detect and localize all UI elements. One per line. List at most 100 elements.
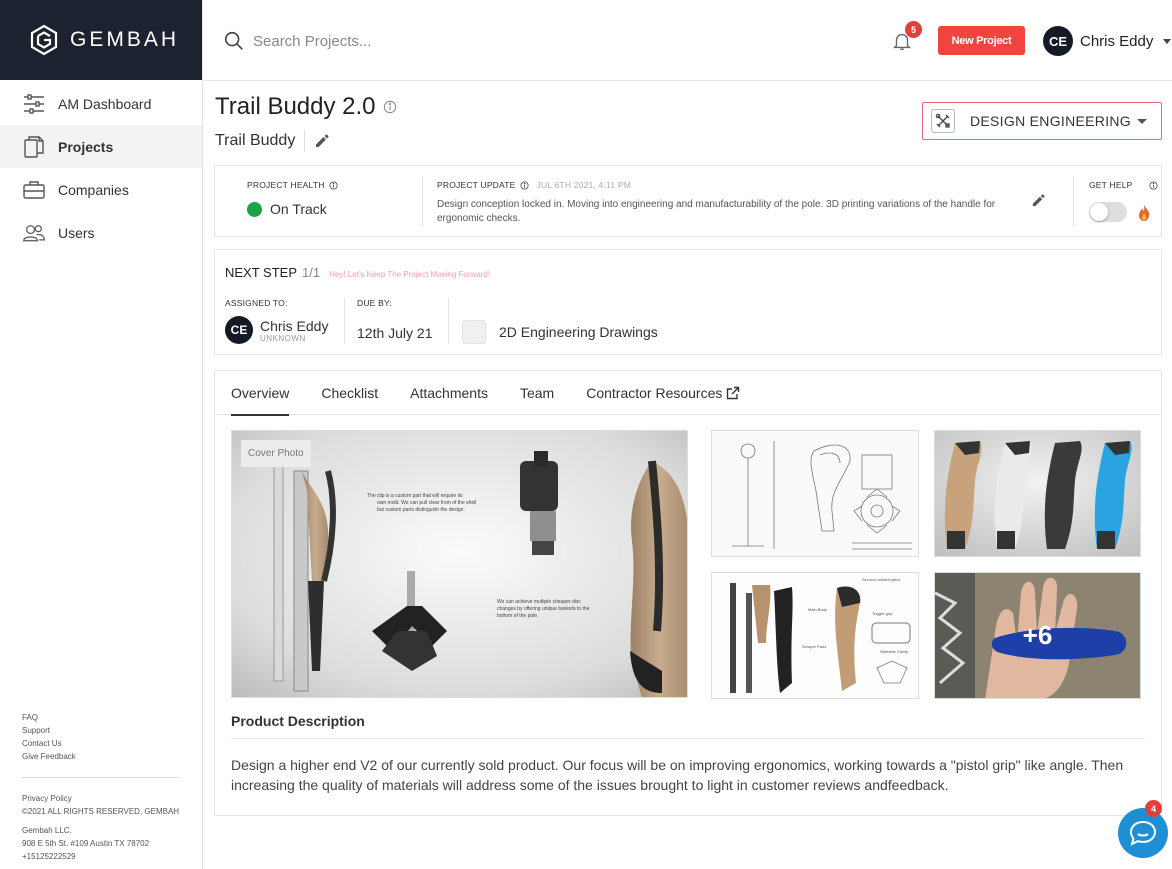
- divider: [448, 298, 449, 344]
- tab-attachments[interactable]: Attachments: [410, 371, 488, 415]
- next-step-task: 2D Engineering Drawings: [462, 320, 658, 344]
- svg-text:Second molded piece: Second molded piece: [862, 577, 901, 582]
- svg-text:own mold. We can pull clear fr: own mold. We can pull clear from of the …: [377, 500, 476, 506]
- divider: [422, 176, 423, 226]
- department-label: DESIGN ENGINEERING: [970, 113, 1131, 129]
- contact-us-link[interactable]: Contact Us: [22, 737, 180, 750]
- tab-contractor-resources[interactable]: Contractor Resources: [586, 371, 740, 415]
- main-content: Trail Buddy 2.0 Trail Buddy DESIGN ENGIN…: [203, 81, 1172, 869]
- divider: [344, 298, 345, 344]
- support-link[interactable]: Support: [22, 724, 180, 737]
- info-icon[interactable]: [329, 180, 338, 190]
- edit-pencil-icon[interactable]: [314, 133, 330, 149]
- brand-logo[interactable]: GEMBAH: [0, 0, 202, 80]
- faq-link[interactable]: FAQ: [22, 711, 180, 724]
- search-icon: [224, 31, 243, 50]
- health-status-text: On Track: [270, 201, 327, 217]
- new-project-button[interactable]: New Project: [938, 26, 1025, 55]
- divider: [1073, 176, 1074, 226]
- svg-text:but custom parts distinguish t: but custom parts distinguish the design.: [377, 507, 465, 513]
- gallery-thumbnail-grips[interactable]: [934, 430, 1141, 557]
- svg-text:Main Body: Main Body: [808, 607, 827, 612]
- cover-photo-image: The clip is a custom part that will requ…: [232, 431, 687, 697]
- product-description-title: Product Description: [231, 713, 365, 729]
- info-icon[interactable]: [1148, 180, 1158, 190]
- company-address: 908 E 5th St. #109 Austin TX 78702: [22, 839, 150, 848]
- project-status-card: PROJECT HEALTH On Track PROJECT UPDATE J…: [214, 165, 1162, 237]
- sidebar-item-companies[interactable]: Companies: [0, 168, 202, 211]
- footer-divider: [22, 777, 180, 778]
- sidebar-item-label: Companies: [58, 181, 129, 198]
- svg-text:We can achieve multiple cheape: We can achieve multiple cheaper disc: [497, 599, 581, 605]
- project-update: PROJECT UPDATE JUL 6TH 2021, 4:11 PM Des…: [437, 180, 1027, 226]
- next-step-title: NEXT STEP: [225, 265, 298, 280]
- project-subtitle: Trail Buddy: [215, 132, 296, 149]
- user-menu[interactable]: CE Chris Eddy: [1043, 26, 1172, 56]
- update-timestamp: JUL 6TH 2021, 4:11 PM: [536, 180, 631, 190]
- info-icon[interactable]: [383, 100, 397, 114]
- search-input[interactable]: [253, 32, 553, 50]
- project-detail-card: Overview Checklist Attachments Team Cont…: [214, 370, 1162, 816]
- documents-icon: [24, 135, 44, 158]
- grip-variants-image: [935, 431, 1140, 556]
- user-name: Chris Eddy: [1080, 32, 1154, 50]
- info-icon[interactable]: [519, 180, 529, 190]
- cover-photo[interactable]: The clip is a custom part that will requ…: [231, 430, 688, 698]
- sidebar: GEMBAH AM Dashboard Projects Companies U…: [0, 0, 203, 869]
- cover-photo-label: Cover Photo: [241, 440, 311, 467]
- company-phone: +15125222529: [22, 852, 76, 861]
- privacy-policy-link[interactable]: Privacy Policy: [22, 792, 180, 805]
- task-label: 2D Engineering Drawings: [499, 324, 658, 340]
- next-step-card: NEXT STEP 1/1 Hey! Let's Keep The Projec…: [214, 249, 1162, 355]
- tab-label: Contractor Resources: [586, 385, 723, 401]
- gallery-thumbnail-renders[interactable]: Second molded piece Main Body Scraper Pads…: [711, 572, 919, 699]
- sliders-icon: [24, 93, 44, 114]
- gallery-thumbnail-drawing[interactable]: [711, 430, 919, 557]
- tab-team[interactable]: Team: [520, 371, 554, 415]
- assignee-name[interactable]: Chris Eddy: [260, 318, 328, 334]
- svg-text:changes by offering unique bas: changes by offering unique baskets to th…: [497, 606, 590, 612]
- tab-overview[interactable]: Overview: [231, 371, 290, 416]
- assigned-to: ASSIGNED TO: CE Chris Eddy UNKNOWN: [225, 298, 328, 344]
- sidebar-item-projects[interactable]: Projects: [0, 125, 202, 168]
- briefcase-icon: [23, 180, 45, 199]
- sidebar-item-users[interactable]: Users: [0, 211, 202, 254]
- svg-text:Trigger grip: Trigger grip: [872, 611, 893, 616]
- tools-icon: [931, 109, 955, 133]
- svg-text:bottom of the pole.: bottom of the pole.: [497, 613, 538, 619]
- notification-badge: 5: [905, 21, 922, 38]
- tab-checklist[interactable]: Checklist: [321, 371, 378, 415]
- give-feedback-link[interactable]: Give Feedback: [22, 750, 180, 763]
- more-photos-count: +6: [1022, 620, 1053, 650]
- divider: [231, 738, 1145, 739]
- get-help-toggle[interactable]: [1089, 202, 1127, 222]
- project-title: Trail Buddy 2.0: [215, 93, 376, 120]
- svg-text:Scraper Pads: Scraper Pads: [802, 644, 826, 649]
- chevron-down-icon: [1137, 119, 1147, 124]
- next-step-header: NEXT STEP 1/1 Hey! Let's Keep The Projec…: [225, 265, 490, 280]
- svg-text:The clip is a custom part that: The clip is a custom part that will requ…: [367, 493, 463, 499]
- project-health: PROJECT HEALTH On Track: [247, 180, 338, 217]
- sidebar-item-am-dashboard[interactable]: AM Dashboard: [0, 82, 202, 125]
- update-text: Design conception locked in. Moving into…: [437, 199, 996, 224]
- edit-pencil-icon[interactable]: [1031, 193, 1046, 208]
- health-status[interactable]: On Track: [247, 201, 338, 217]
- chat-bubble-icon: [1129, 820, 1157, 846]
- gallery-thumbnail-more[interactable]: +6: [934, 572, 1141, 699]
- flame-icon: [1138, 205, 1150, 221]
- copyright-text: ©2021 ALL RIGHTS RESERVED, GEMBAH: [22, 807, 180, 816]
- company-name: Gembah LLC.: [22, 826, 72, 835]
- chat-button[interactable]: [1118, 808, 1168, 858]
- chevron-down-icon: [1163, 38, 1172, 44]
- project-subtitle-row: Trail Buddy: [215, 130, 330, 152]
- sidebar-item-label: AM Dashboard: [58, 95, 152, 112]
- avatar: CE: [1043, 26, 1073, 56]
- svg-text:Hideable Clamp: Hideable Clamp: [880, 649, 909, 654]
- due-by: DUE BY: 12th July 21: [357, 298, 433, 341]
- sidebar-footer: FAQ Support Contact Us Give Feedback Pri…: [22, 711, 180, 863]
- tab-bar: Overview Checklist Attachments Team Cont…: [215, 371, 1161, 416]
- task-checkbox[interactable]: [462, 320, 486, 344]
- external-link-icon: [727, 386, 740, 400]
- department-select[interactable]: DESIGN ENGINEERING: [922, 102, 1162, 140]
- assignee-role: UNKNOWN: [260, 333, 306, 343]
